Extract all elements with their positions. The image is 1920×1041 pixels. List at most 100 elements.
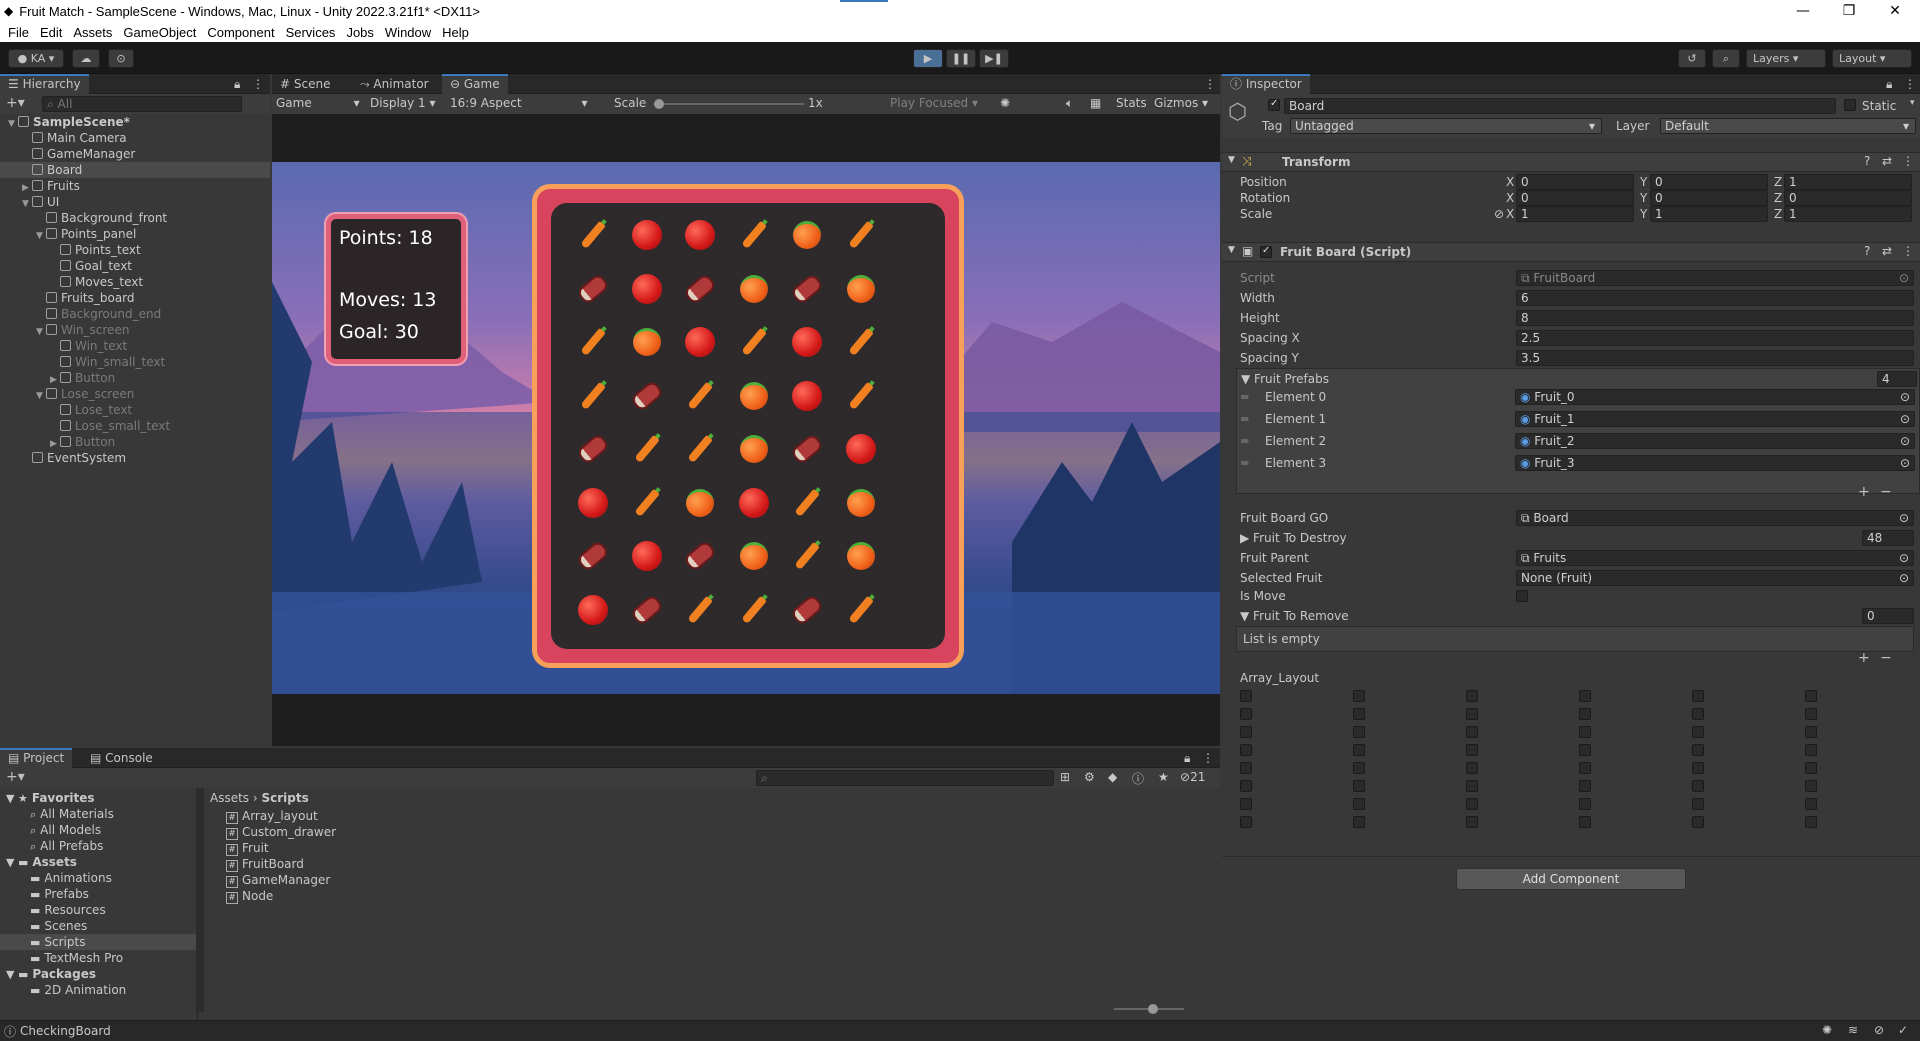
array-layout-checkbox[interactable]: [1240, 708, 1252, 720]
array-layout-checkbox[interactable]: [1353, 816, 1365, 828]
orange-icon[interactable]: [734, 269, 774, 309]
step-button[interactable]: ▶❚: [979, 49, 1009, 68]
hierarchy-search-input[interactable]: ⌕ All: [42, 96, 242, 112]
carrot-icon[interactable]: [680, 429, 720, 469]
stats-button[interactable]: Stats: [1116, 96, 1147, 110]
play-button[interactable]: ▶: [913, 49, 943, 68]
kebab-icon[interactable]: ⋮: [1902, 244, 1914, 258]
fruit-to-remove-foldout[interactable]: ▼ Fruit To Remove: [1240, 608, 1349, 624]
fruit-parent-field[interactable]: ⧉ Fruits ⊙: [1516, 550, 1914, 566]
drag-handle-icon[interactable]: ═: [1241, 389, 1248, 405]
menu-file[interactable]: File: [8, 25, 29, 40]
array-layout-checkbox[interactable]: [1240, 798, 1252, 810]
rotation-y-field[interactable]: 0: [1650, 190, 1768, 206]
project-tree-item[interactable]: ▬ Animations: [0, 870, 196, 886]
grid-icon[interactable]: ▦: [1090, 96, 1101, 110]
array-layout-checkbox[interactable]: [1466, 726, 1478, 738]
meat-icon[interactable]: [627, 376, 667, 416]
fruit-board-go-field[interactable]: ⧉ Board ⊙: [1516, 510, 1914, 526]
tab-project[interactable]: ▤ Project: [0, 748, 73, 768]
game-viewport[interactable]: Points: 18 Moves: 13 Goal: 30: [272, 162, 1220, 694]
height-field[interactable]: 8: [1516, 310, 1914, 326]
gizmos-dropdown[interactable]: Gizmos ▾: [1154, 96, 1208, 110]
hierarchy-item[interactable]: ▼ Win_screen: [36, 322, 270, 338]
position-x-field[interactable]: 0: [1516, 174, 1634, 190]
status-text[interactable]: CheckingBoard: [20, 1023, 111, 1039]
array-layout-checkbox[interactable]: [1805, 690, 1817, 702]
hierarchy-item[interactable]: ▼ UI: [22, 194, 270, 210]
lock-icon[interactable]: 🔒︎: [1184, 751, 1190, 766]
apple-icon[interactable]: [627, 215, 667, 255]
meat-icon[interactable]: [680, 269, 720, 309]
selected-fruit-field[interactable]: None (Fruit) ⊙: [1516, 570, 1914, 586]
icon-size-slider[interactable]: [1114, 1004, 1184, 1014]
array-layout-checkbox[interactable]: [1805, 726, 1817, 738]
kebab-icon[interactable]: ⋮: [1202, 751, 1214, 765]
list-remove-button[interactable]: −: [1880, 484, 1892, 500]
carrot-icon[interactable]: [573, 376, 613, 416]
carrot-icon[interactable]: [734, 215, 774, 255]
carrot-icon[interactable]: [841, 376, 881, 416]
carrot-icon[interactable]: [841, 215, 881, 255]
array-layout-checkbox[interactable]: [1466, 708, 1478, 720]
array-layout-checkbox[interactable]: [1692, 690, 1704, 702]
orange-icon[interactable]: [787, 215, 827, 255]
tag-dropdown[interactable]: Untagged ▾: [1290, 118, 1602, 134]
close-button[interactable]: ✕: [1872, 0, 1918, 22]
carrot-icon[interactable]: [680, 590, 720, 630]
hierarchy-item[interactable]: Lose_small_text: [50, 418, 270, 434]
menu-jobs[interactable]: Jobs: [346, 25, 373, 40]
orange-icon[interactable]: [734, 536, 774, 576]
array-layout-checkbox[interactable]: [1240, 762, 1252, 774]
foldout-icon[interactable]: ▼: [36, 388, 46, 404]
project-tree-item[interactable]: ▬ Scripts: [0, 934, 196, 950]
tag-icon[interactable]: ◆: [1108, 770, 1117, 784]
preset-icon[interactable]: ⇄: [1882, 154, 1892, 168]
star-icon[interactable]: ★: [1158, 770, 1169, 784]
transform-header[interactable]: ▼ ⤨ Transform ? ⇄ ⋮: [1222, 152, 1920, 172]
help-icon[interactable]: ?: [1864, 244, 1870, 258]
array-layout-checkbox[interactable]: [1805, 708, 1817, 720]
breadcrumb-assets[interactable]: Assets: [210, 791, 249, 805]
hierarchy-item[interactable]: EventSystem: [22, 450, 270, 466]
scale-y-field[interactable]: 1: [1650, 206, 1768, 222]
hierarchy-item[interactable]: Background_front: [36, 210, 270, 226]
constrain-proportions-icon[interactable]: ⊘: [1494, 206, 1504, 222]
meat-icon[interactable]: [787, 269, 827, 309]
meat-icon[interactable]: [627, 590, 667, 630]
tab-console[interactable]: ▤ Console: [82, 748, 161, 768]
array-layout-checkbox[interactable]: [1466, 744, 1478, 756]
array-layout-checkbox[interactable]: [1579, 780, 1591, 792]
meat-icon[interactable]: [573, 536, 613, 576]
foldout-icon[interactable]: ▼: [8, 116, 18, 132]
script-file-item[interactable]: # GameManager: [226, 872, 330, 888]
object-picker-icon[interactable]: ⊙: [1900, 456, 1910, 470]
apple-icon[interactable]: [787, 322, 827, 362]
foldout-icon[interactable]: ▼: [36, 228, 46, 244]
history-icon[interactable]: ↺: [1678, 49, 1706, 68]
object-picker-icon[interactable]: ⊙: [1900, 434, 1910, 448]
carrot-icon[interactable]: [680, 376, 720, 416]
array-layout-checkbox[interactable]: [1579, 690, 1591, 702]
array-layout-checkbox[interactable]: [1353, 708, 1365, 720]
carrot-icon[interactable]: [627, 429, 667, 469]
array-layout-checkbox[interactable]: [1579, 726, 1591, 738]
carrot-icon[interactable]: [841, 322, 881, 362]
object-name-field[interactable]: Board: [1284, 98, 1836, 114]
object-picker-icon[interactable]: ⊙: [1900, 390, 1910, 404]
array-layout-checkbox[interactable]: [1466, 798, 1478, 810]
project-tree-item[interactable]: ▼ ▬ Packages: [0, 966, 196, 982]
array-layout-checkbox[interactable]: [1466, 762, 1478, 774]
static-dropdown-icon[interactable]: ▾: [1910, 98, 1915, 108]
carrot-icon[interactable]: [573, 215, 613, 255]
drag-handle-icon[interactable]: ═: [1241, 455, 1248, 471]
project-search-input[interactable]: ⌕: [756, 770, 1054, 786]
orange-icon[interactable]: [841, 269, 881, 309]
project-tree-item[interactable]: ⌕ All Materials: [0, 806, 196, 822]
hierarchy-item[interactable]: Background_end: [36, 306, 270, 322]
aspect-dropdown[interactable]: 16:9 Aspect ▾: [450, 96, 588, 110]
position-z-field[interactable]: 1: [1784, 174, 1912, 190]
active-checkbox[interactable]: ✓: [1268, 98, 1280, 111]
tree-scrollbar[interactable]: [196, 788, 204, 1012]
static-checkbox[interactable]: [1844, 99, 1856, 111]
